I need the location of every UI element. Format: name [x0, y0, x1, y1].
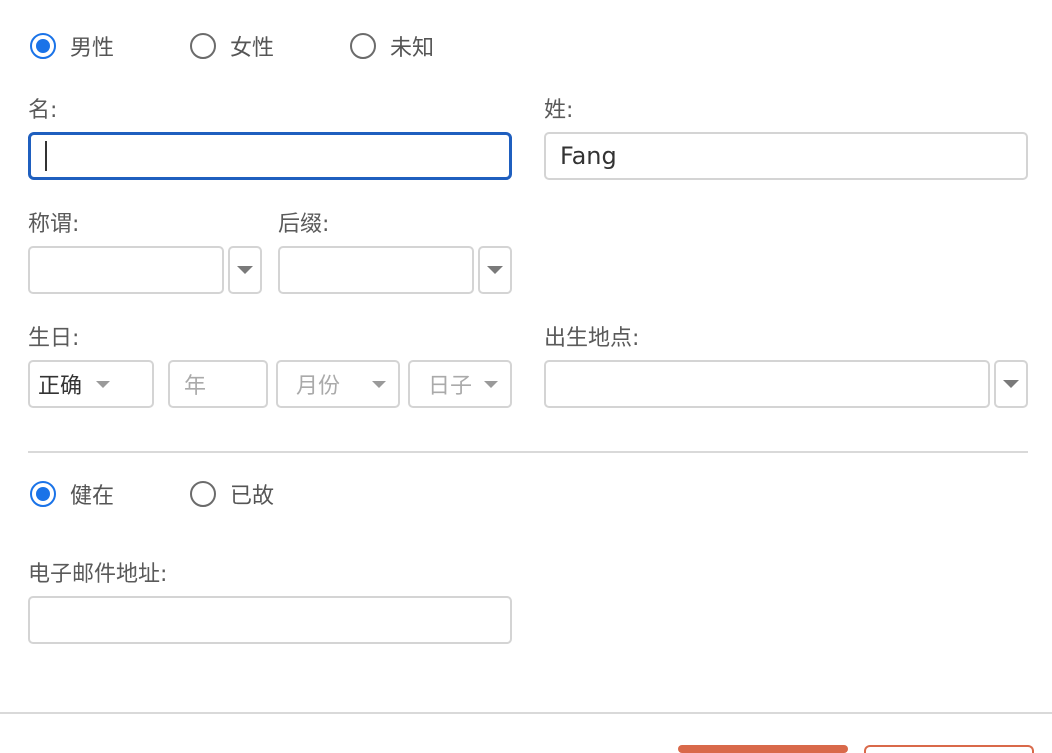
status-deceased-radio[interactable] — [190, 481, 216, 507]
title-label: 称谓: — [28, 212, 80, 237]
birth-month-placeholder: 月份 — [296, 374, 341, 399]
chevron-down-icon — [372, 380, 386, 388]
footer-divider — [0, 712, 1052, 714]
birth-place-dropdown-button[interactable] — [994, 360, 1028, 408]
birth-place-input[interactable] — [544, 360, 990, 408]
email-label: 电子邮件地址: — [28, 562, 168, 587]
secondary-action-button[interactable] — [864, 745, 1034, 753]
gender-unknown-radio[interactable] — [350, 33, 376, 59]
birth-place-label: 出生地点: — [544, 326, 640, 351]
status-living-radio[interactable] — [30, 481, 56, 507]
birth-year-input[interactable]: 年 — [168, 360, 268, 408]
suffix-label: 后缀: — [278, 212, 330, 237]
chevron-down-icon — [1003, 380, 1019, 388]
suffix-dropdown-button[interactable] — [478, 246, 512, 294]
chevron-down-icon — [487, 266, 503, 274]
title-input[interactable] — [28, 246, 224, 294]
primary-action-button[interactable] — [678, 745, 848, 753]
chevron-down-icon — [237, 266, 253, 274]
birth-day-placeholder: 日子 — [428, 374, 473, 399]
email-input[interactable] — [28, 596, 512, 644]
gender-male-label: 男性 — [70, 36, 115, 61]
gender-female-option[interactable]: 女性 — [190, 30, 274, 62]
gender-female-radio[interactable] — [190, 33, 216, 59]
gender-male-option[interactable]: 男性 — [30, 30, 114, 62]
title-dropdown-button[interactable] — [228, 246, 262, 294]
surname-label: 姓: — [544, 98, 574, 123]
birth-month-select[interactable]: 月份 — [276, 360, 400, 408]
birth-precision-value: 正确 — [38, 374, 83, 399]
birth-date-label: 生日: — [28, 326, 80, 351]
suffix-input[interactable] — [278, 246, 474, 294]
birth-precision-select[interactable]: 正确 — [28, 360, 154, 408]
gender-unknown-option[interactable]: 未知 — [350, 30, 434, 62]
surname-input[interactable]: Fang — [544, 132, 1028, 180]
text-caret — [45, 141, 47, 171]
chevron-down-icon — [96, 380, 110, 388]
status-deceased-option[interactable]: 已故 — [190, 478, 274, 510]
birth-year-placeholder: 年 — [184, 374, 207, 399]
given-name-label: 名: — [28, 98, 58, 123]
birth-day-select[interactable]: 日子 — [408, 360, 512, 408]
gender-unknown-label: 未知 — [390, 36, 435, 61]
status-deceased-label: 已故 — [230, 484, 275, 509]
chevron-down-icon — [484, 380, 498, 388]
section-divider — [28, 451, 1028, 453]
status-living-label: 健在 — [70, 484, 115, 509]
gender-female-label: 女性 — [230, 36, 275, 61]
status-living-option[interactable]: 健在 — [30, 478, 114, 510]
surname-value: Fang — [560, 142, 617, 170]
gender-male-radio[interactable] — [30, 33, 56, 59]
given-name-input[interactable] — [28, 132, 512, 180]
